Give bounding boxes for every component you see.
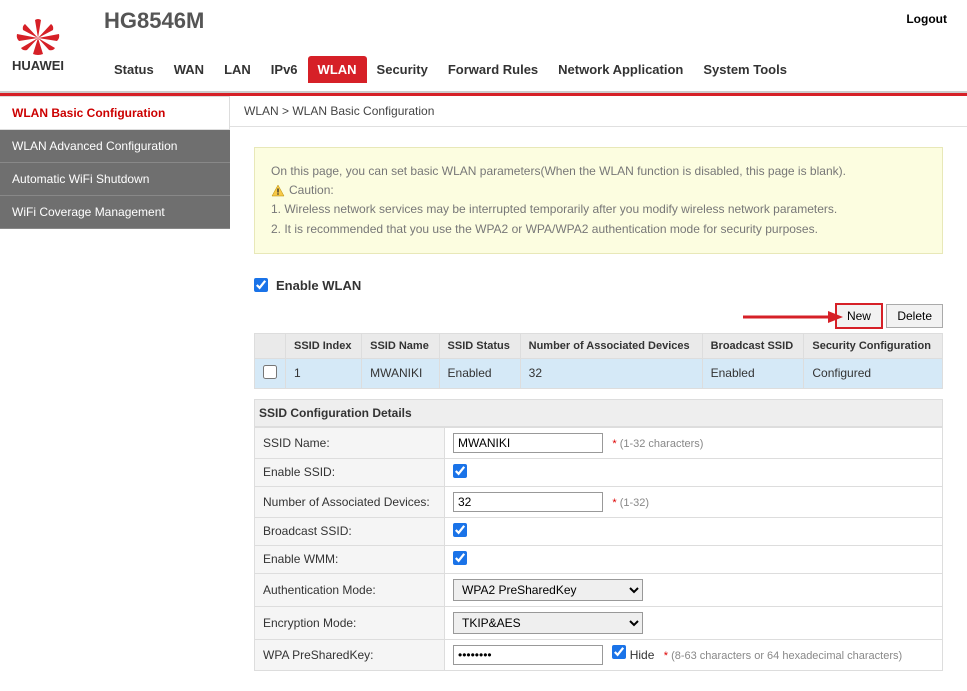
- table-actions: New Delete: [254, 303, 943, 329]
- model-title: HG8546M: [104, 8, 797, 34]
- cell-name: MWANIKI: [362, 358, 439, 388]
- new-button[interactable]: New: [835, 303, 883, 329]
- logout-link[interactable]: Logout: [906, 12, 947, 26]
- col-ssid-index: SSID Index: [286, 333, 362, 358]
- warning-icon: [271, 184, 285, 198]
- enable-ssid-checkbox[interactable]: [453, 464, 467, 478]
- arrow-annotation-icon: [743, 307, 843, 327]
- top-nav: Status WAN LAN IPv6 WLAN Security Forwar…: [104, 56, 797, 83]
- nav-security[interactable]: Security: [367, 56, 438, 83]
- cell-broadcast: Enabled: [702, 358, 804, 388]
- sidebar: WLAN Basic Configuration WLAN Advanced C…: [0, 96, 230, 691]
- enable-wlan-checkbox[interactable]: [254, 278, 268, 292]
- enable-wmm-label: Enable WMM:: [255, 545, 445, 573]
- enable-ssid-label: Enable SSID:: [255, 458, 445, 486]
- num-devices-label: Number of Associated Devices:: [255, 486, 445, 517]
- delete-button[interactable]: Delete: [886, 304, 943, 328]
- caution-label: Caution:: [289, 181, 334, 200]
- table-row[interactable]: 1 MWANIKI Enabled 32 Enabled Configured: [255, 358, 943, 388]
- brand-name: HUAWEI: [12, 58, 64, 73]
- enable-wmm-checkbox[interactable]: [453, 551, 467, 565]
- ssid-details-form: SSID Name: * (1-32 characters) Enable SS…: [254, 427, 943, 671]
- encryption-mode-label: Encryption Mode:: [255, 606, 445, 639]
- ssid-name-label: SSID Name:: [255, 427, 445, 458]
- cell-devices: 32: [520, 358, 702, 388]
- psk-label: WPA PreSharedKey:: [255, 639, 445, 670]
- header: HUAWEI HG8546M Status WAN LAN IPv6 WLAN …: [0, 0, 967, 93]
- nav-wan[interactable]: WAN: [164, 56, 214, 83]
- col-ssid-name: SSID Name: [362, 333, 439, 358]
- broadcast-ssid-label: Broadcast SSID:: [255, 517, 445, 545]
- ssid-name-input[interactable]: [453, 433, 603, 453]
- col-broadcast: Broadcast SSID: [702, 333, 804, 358]
- psk-hint: (8-63 characters or 64 hexadecimal chara…: [671, 650, 902, 662]
- col-ssid-status: SSID Status: [439, 333, 520, 358]
- notice-line-2: 2. It is recommended that you use the WP…: [271, 220, 926, 239]
- auth-mode-select[interactable]: WPA2 PreSharedKey: [453, 579, 643, 601]
- ssid-name-hint: (1-32 characters): [620, 438, 704, 450]
- breadcrumb: WLAN > WLAN Basic Configuration: [230, 96, 967, 127]
- notice-box: On this page, you can set basic WLAN par…: [254, 147, 943, 254]
- broadcast-ssid-checkbox[interactable]: [453, 523, 467, 537]
- hide-label: Hide: [630, 648, 655, 662]
- hide-psk-checkbox[interactable]: [612, 645, 626, 659]
- col-security: Security Configuration: [804, 333, 943, 358]
- huawei-logo-icon: [13, 18, 63, 56]
- notice-line-1: 1. Wireless network services may be inte…: [271, 200, 926, 219]
- cell-security: Configured: [804, 358, 943, 388]
- details-title: SSID Configuration Details: [254, 399, 943, 427]
- nav-system-tools[interactable]: System Tools: [693, 56, 797, 83]
- nav-forward-rules[interactable]: Forward Rules: [438, 56, 548, 83]
- sidebar-item-advanced[interactable]: WLAN Advanced Configuration: [0, 130, 230, 163]
- sidebar-item-coverage[interactable]: WiFi Coverage Management: [0, 196, 230, 229]
- nav-status[interactable]: Status: [104, 56, 164, 83]
- col-num-devices: Number of Associated Devices: [520, 333, 702, 358]
- sidebar-item-basic[interactable]: WLAN Basic Configuration: [0, 96, 230, 130]
- cell-status: Enabled: [439, 358, 520, 388]
- ssid-table: SSID Index SSID Name SSID Status Number …: [254, 333, 943, 389]
- sidebar-item-auto-shutdown[interactable]: Automatic WiFi Shutdown: [0, 163, 230, 196]
- num-devices-input[interactable]: [453, 492, 603, 512]
- brand-logo: HUAWEI: [12, 18, 64, 73]
- nav-network-application[interactable]: Network Application: [548, 56, 693, 83]
- num-devices-hint: (1-32): [620, 497, 649, 509]
- nav-wlan[interactable]: WLAN: [308, 56, 367, 83]
- psk-input[interactable]: [453, 645, 603, 665]
- encryption-mode-select[interactable]: TKIP&AES: [453, 612, 643, 634]
- nav-lan[interactable]: LAN: [214, 56, 261, 83]
- cell-index: 1: [286, 358, 362, 388]
- row-select-checkbox[interactable]: [263, 365, 277, 379]
- auth-mode-label: Authentication Mode:: [255, 573, 445, 606]
- table-header-row: SSID Index SSID Name SSID Status Number …: [255, 333, 943, 358]
- nav-ipv6[interactable]: IPv6: [261, 56, 308, 83]
- notice-intro: On this page, you can set basic WLAN par…: [271, 162, 926, 181]
- enable-wlan-label: Enable WLAN: [276, 278, 361, 293]
